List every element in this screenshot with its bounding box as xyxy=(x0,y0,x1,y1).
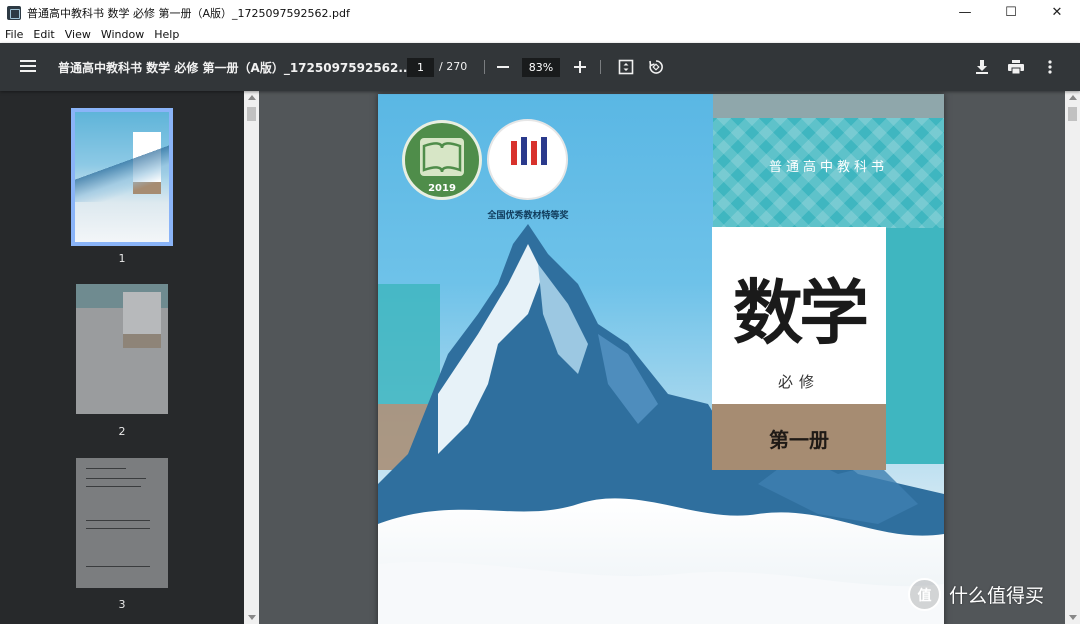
thumbnail-label: 3 xyxy=(118,598,126,611)
menu-bar: File Edit View Window Help xyxy=(0,25,1080,43)
thumbnail-text-line xyxy=(86,468,126,469)
award-logo-icon xyxy=(511,137,547,165)
scroll-down-icon[interactable] xyxy=(1069,615,1077,620)
document-viewer[interactable]: 普通高中教科书 数学 必修 第一册 2019 全国优秀教材特等奖 xyxy=(259,91,1065,624)
thumbnail-mountain xyxy=(75,142,169,202)
thumbnail-page-1[interactable] xyxy=(71,108,173,246)
print-icon[interactable] xyxy=(1004,55,1028,79)
pdf-toolbar: 普通高中教科书 数学 必修 第一册（A版）_1725097592562.... … xyxy=(0,43,1080,91)
thumbnail-text-line xyxy=(86,566,150,567)
book-icon xyxy=(420,138,464,176)
window-title: 普通高中教科书 数学 必修 第一册（A版）_1725097592562.pdf xyxy=(27,6,350,20)
viewer-scrollbar[interactable] xyxy=(1065,91,1080,624)
cover-volume-label: 第一册 xyxy=(769,428,829,452)
app-icon xyxy=(7,5,21,20)
zoom-level-input[interactable] xyxy=(522,58,560,77)
sidebar-scrollbar[interactable] xyxy=(244,91,259,624)
menu-view[interactable]: View xyxy=(60,28,96,41)
close-button[interactable]: ✕ xyxy=(1034,0,1080,25)
menu-icon[interactable] xyxy=(20,60,36,74)
rotate-icon[interactable] xyxy=(644,55,668,79)
scrollbar-thumb[interactable] xyxy=(1068,107,1077,121)
scroll-up-icon[interactable] xyxy=(1069,95,1077,100)
thumbnail-text-line xyxy=(86,528,150,529)
cover-volume-box: 第一册 xyxy=(712,404,886,470)
cover-top-strip xyxy=(713,94,944,118)
title-bar: 普通高中教科书 数学 必修 第一册（A版）_1725097592562.pdf … xyxy=(0,0,1080,25)
site-watermark: 值 什么值得买 xyxy=(908,578,1044,611)
download-icon[interactable] xyxy=(970,55,994,79)
page-number-input[interactable] xyxy=(407,58,434,77)
award-badge-green: 2019 xyxy=(402,120,482,200)
thumbnail-page-2[interactable] xyxy=(76,284,168,414)
scroll-up-icon[interactable] xyxy=(248,95,256,100)
zoom-out-icon[interactable] xyxy=(491,55,515,79)
watermark-text: 什么值得买 xyxy=(949,585,1045,607)
zoom-in-icon[interactable] xyxy=(568,55,592,79)
document-title: 普通高中教科书 数学 必修 第一册（A版）_1725097592562.... xyxy=(58,61,417,75)
scrollbar-thumb[interactable] xyxy=(247,107,256,121)
thumbnail-label: 2 xyxy=(118,425,126,438)
minimize-button[interactable]: — xyxy=(942,0,988,25)
watermark-logo-icon: 值 xyxy=(908,578,941,611)
cover-subtitle: 必修 xyxy=(777,373,820,391)
thumbnail-label: 1 xyxy=(118,252,126,265)
thumbnail-sidebar: 1 2 3 xyxy=(0,91,244,624)
cover-main-title: 数学 xyxy=(733,271,869,354)
thumbnail-volume-box xyxy=(123,334,161,348)
cover-series-title: 普通高中教科书 xyxy=(768,160,888,175)
menu-help[interactable]: Help xyxy=(149,28,184,41)
maximize-button[interactable]: ☐ xyxy=(988,0,1034,25)
thumbnail-title-box xyxy=(123,292,161,334)
pdf-page-cover: 普通高中教科书 数学 必修 第一册 2019 全国优秀教材特等奖 xyxy=(378,94,944,624)
more-options-icon[interactable] xyxy=(1038,55,1062,79)
thumbnail-text-line xyxy=(86,486,141,487)
scroll-down-icon[interactable] xyxy=(248,615,256,620)
page-total: / 270 xyxy=(439,60,468,73)
cover-title-box: 数学 必修 xyxy=(712,227,886,404)
cover-award-caption: 全国优秀教材特等奖 xyxy=(487,211,569,221)
toolbar-divider xyxy=(600,60,601,74)
window-controls: — ☐ ✕ xyxy=(942,0,1080,25)
thumbnail-text-line xyxy=(86,520,150,521)
badge-year: 2019 xyxy=(428,183,456,194)
menu-window[interactable]: Window xyxy=(96,28,149,41)
toolbar-divider xyxy=(484,60,485,74)
menu-file[interactable]: File xyxy=(0,28,28,41)
thumbnail-page-3[interactable] xyxy=(76,458,168,588)
fit-page-icon[interactable] xyxy=(614,55,638,79)
menu-edit[interactable]: Edit xyxy=(28,28,59,41)
thumbnail-text-line xyxy=(86,478,146,479)
award-badge-white xyxy=(487,119,568,200)
